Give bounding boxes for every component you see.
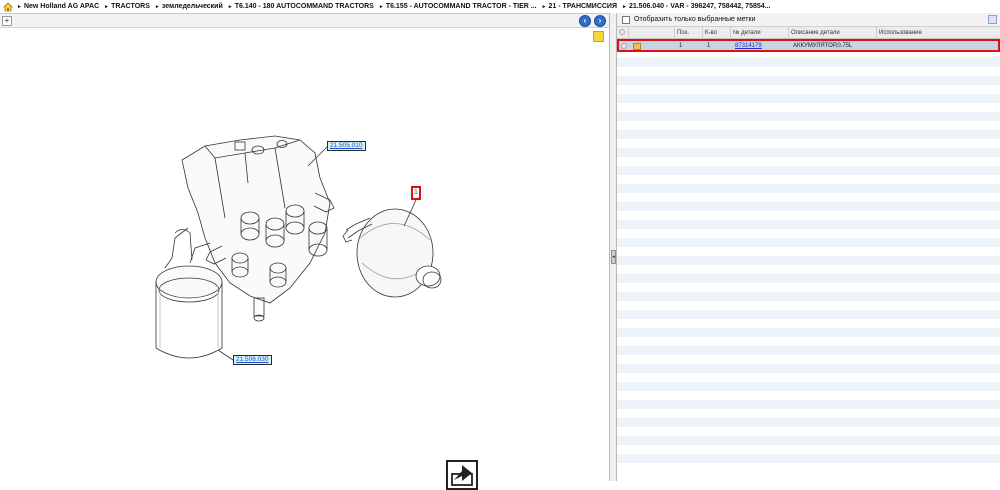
breadcrumb-label: 21 - ТРАНСМИССИЯ	[548, 3, 617, 10]
column-settings-icon[interactable]	[988, 15, 997, 24]
separator-icon: ►	[541, 4, 547, 10]
home-icon[interactable]	[3, 1, 13, 12]
empty-row-stripe	[617, 220, 1000, 229]
column-header-usage[interactable]: Использование	[877, 27, 1000, 39]
breadcrumb-label: TRACTORS	[111, 3, 150, 10]
show-selected-only-checkbox[interactable]	[622, 15, 630, 24]
parts-list-panel: Отобразить только выбранные метки Поз. К…	[617, 13, 1000, 481]
breadcrumb-item[interactable]: ► земледельческий	[155, 3, 223, 10]
export-icon[interactable]	[446, 460, 478, 490]
empty-row-stripe	[617, 184, 1000, 193]
separator-icon: ►	[622, 4, 627, 10]
separator-icon: ►	[17, 4, 22, 10]
filter-bar: Отобразить только выбранные метки	[617, 13, 1000, 27]
reference-callout-link[interactable]: 21.505.010	[327, 141, 366, 151]
empty-row-stripe	[617, 112, 1000, 121]
breadcrumb-label: T6.140 - 180 AUTOCOMMAND TRACTORS	[234, 3, 374, 10]
empty-rows-area	[617, 52, 1000, 472]
empty-row-stripe	[617, 202, 1000, 211]
empty-row-stripe	[617, 256, 1000, 265]
empty-row-stripe	[617, 364, 1000, 373]
empty-row-stripe	[617, 454, 1000, 463]
separator-icon: ►	[227, 4, 233, 10]
column-header	[629, 27, 675, 39]
next-page-button[interactable]: ›	[594, 15, 606, 27]
breadcrumb-label: New Holland AG APAC	[23, 3, 100, 10]
parts-table: Поз. К-во № детали Описание детали Испол…	[617, 27, 1000, 472]
radio-icon	[621, 43, 627, 49]
empty-row-stripe	[617, 76, 1000, 85]
drawing-toolbar: + ‹ ›	[0, 14, 609, 28]
empty-row-stripe	[617, 436, 1000, 445]
empty-row-stripe	[617, 130, 1000, 139]
empty-row-stripe	[617, 94, 1000, 103]
separator-icon: ►	[104, 4, 110, 10]
column-header-part-number[interactable]: № детали	[731, 27, 789, 39]
breadcrumb-item[interactable]: ► 21 - ТРАНСМИССИЯ	[542, 3, 617, 10]
empty-row-stripe	[617, 328, 1000, 337]
item-callout-selected[interactable]: 1	[411, 186, 421, 200]
breadcrumb-item[interactable]: ► New Holland AG APAC	[17, 3, 99, 10]
radio-icon	[619, 29, 625, 35]
drawing-panel: + ‹ › 21.505.010 21.506.030 1	[0, 13, 610, 490]
column-header-description[interactable]: Описание детали	[789, 27, 877, 39]
table-header: Поз. К-во № детали Описание детали Испол…	[617, 27, 1000, 39]
empty-row-stripe	[617, 346, 1000, 355]
table-row[interactable]: 1 1 87314179 АККУМУЛЯТОР,0.75L	[617, 39, 1000, 52]
empty-row-stripe	[617, 148, 1000, 157]
separator-icon: ►	[378, 4, 384, 10]
expand-button[interactable]: +	[2, 16, 12, 26]
breadcrumb-label: земледельческий	[161, 3, 223, 10]
breadcrumb-item[interactable]: ► T6.155 - AUTOCOMMAND TRACTOR - TIER ...	[379, 3, 537, 10]
empty-row-stripe	[617, 292, 1000, 301]
column-header-pos[interactable]: Поз.	[675, 27, 703, 39]
breadcrumb: ► New Holland AG APAC ► TRACTORS ► земледел…	[0, 0, 1000, 13]
collapse-handle-icon[interactable]: ◂	[611, 250, 616, 264]
empty-row-stripe	[617, 58, 1000, 67]
column-header-qty[interactable]: К-во	[703, 27, 731, 39]
empty-row-stripe	[617, 400, 1000, 409]
breadcrumb-item[interactable]: ► 21.506.040 - VAR - 396247, 758442, 7585…	[622, 3, 770, 10]
breadcrumb-item[interactable]: ► T6.140 - 180 AUTOCOMMAND TRACTORS	[228, 3, 374, 10]
reference-callout-link[interactable]: 21.506.030	[233, 355, 272, 365]
empty-row-stripe	[617, 382, 1000, 391]
show-selected-only-label: Отобразить только выбранные метки	[634, 16, 756, 23]
empty-row-stripe	[617, 238, 1000, 247]
breadcrumb-label: T6.155 - AUTOCOMMAND TRACTOR - TIER ...	[385, 3, 537, 10]
select-all-header[interactable]	[617, 27, 629, 39]
breadcrumb-item[interactable]: ► TRACTORS	[104, 3, 150, 10]
previous-page-button[interactable]: ‹	[579, 15, 591, 27]
breadcrumb-label: 21.506.040 - VAR - 396247, 758442, 75854…	[628, 3, 771, 10]
separator-icon: ►	[154, 4, 160, 10]
parts-illustration	[155, 135, 442, 361]
empty-row-stripe	[617, 310, 1000, 319]
exploded-parts-drawing[interactable]: 21.505.010 21.506.030 1	[0, 28, 609, 480]
empty-row-stripe	[617, 274, 1000, 283]
empty-row-stripe	[617, 166, 1000, 175]
box-icon	[633, 43, 641, 50]
panel-splitter[interactable]: ◂	[610, 13, 617, 481]
empty-row-stripe	[617, 418, 1000, 427]
